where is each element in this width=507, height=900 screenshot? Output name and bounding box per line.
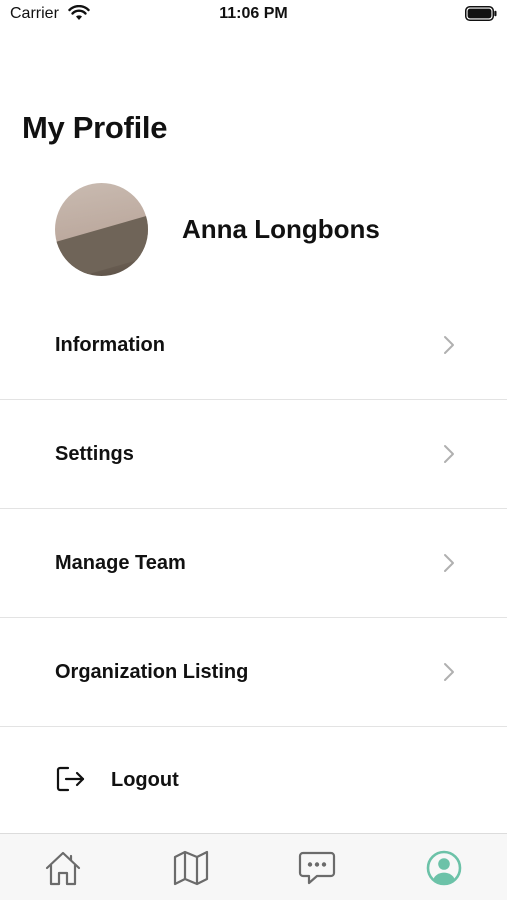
profile-name: Anna Longbons bbox=[182, 214, 380, 244]
menu-item-label: Information bbox=[55, 333, 165, 356]
menu-item-organization-listing[interactable]: Organization Listing bbox=[0, 618, 507, 727]
menu-item-manage-team[interactable]: Manage Team bbox=[0, 509, 507, 618]
home-icon bbox=[45, 851, 81, 886]
menu-item-label: Manage Team bbox=[55, 551, 186, 574]
menu-item-label: Settings bbox=[55, 442, 134, 465]
battery-icon bbox=[465, 6, 497, 21]
tab-bar bbox=[0, 833, 507, 900]
page-title: My Profile bbox=[22, 110, 168, 145]
chevron-right-icon bbox=[444, 336, 454, 354]
chevron-right-icon bbox=[444, 445, 454, 463]
profile-header: Anna Longbons bbox=[55, 183, 380, 276]
logout-button[interactable]: Logout bbox=[0, 727, 507, 833]
avatar bbox=[55, 183, 148, 276]
menu-item-label: Organization Listing bbox=[55, 660, 249, 683]
chevron-right-icon bbox=[444, 663, 454, 681]
map-icon bbox=[173, 850, 209, 886]
menu-item-information[interactable]: Information bbox=[0, 291, 507, 400]
profile-menu: Information Settings Manage Team Organiz… bbox=[0, 291, 507, 727]
tab-map[interactable] bbox=[169, 846, 213, 890]
clock: 11:06 PM bbox=[219, 5, 288, 22]
menu-item-settings[interactable]: Settings bbox=[0, 400, 507, 509]
logout-label: Logout bbox=[111, 768, 179, 791]
logout-icon bbox=[56, 766, 85, 792]
profile-icon bbox=[426, 850, 462, 886]
chevron-right-icon bbox=[444, 554, 454, 572]
chat-icon bbox=[298, 851, 336, 885]
tab-home[interactable] bbox=[41, 846, 85, 890]
tab-chat[interactable] bbox=[295, 846, 339, 890]
status-bar: Carrier 11:06 PM bbox=[0, 0, 507, 28]
tab-profile[interactable] bbox=[422, 846, 466, 890]
